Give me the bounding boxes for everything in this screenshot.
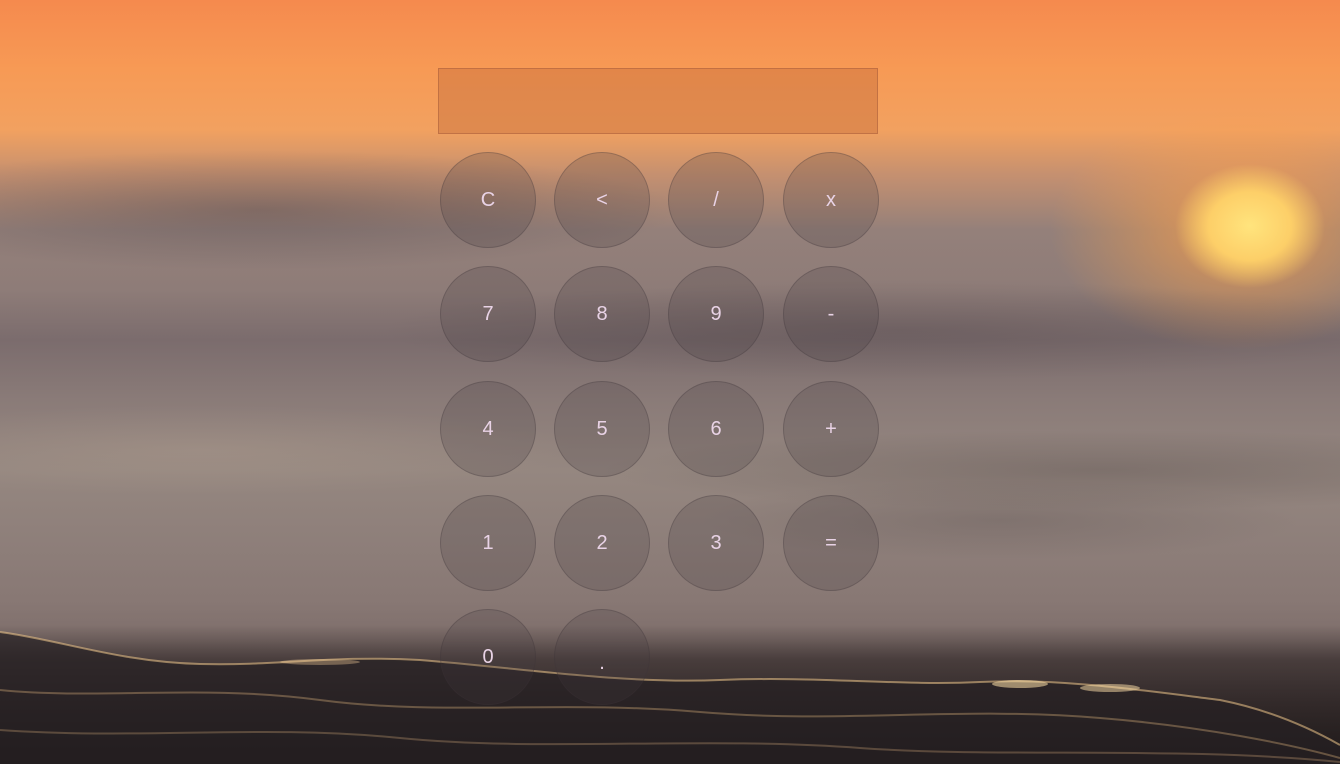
digit-1-button[interactable]: 1 [440, 495, 536, 591]
digit-8-button[interactable]: 8 [554, 266, 650, 362]
key-label: 7 [482, 303, 494, 325]
clear-button[interactable]: C [440, 152, 536, 248]
decimal-button[interactable]: . [554, 609, 650, 705]
key-label: - [827, 303, 835, 325]
backspace-button[interactable]: < [554, 152, 650, 248]
key-label: 6 [710, 418, 722, 440]
key-label: C [480, 189, 496, 211]
key-label: x [826, 189, 836, 211]
key-label: 8 [596, 303, 608, 325]
digit-9-button[interactable]: 9 [668, 266, 764, 362]
multiply-button[interactable]: x [783, 152, 879, 248]
key-label: = [825, 532, 837, 554]
calculator: C < / x 7 8 9 - 4 5 6 + 1 2 3 = 0 . [438, 68, 880, 708]
key-label: + [825, 418, 837, 440]
key-label: 5 [596, 418, 608, 440]
digit-5-button[interactable]: 5 [554, 381, 650, 477]
digit-7-button[interactable]: 7 [440, 266, 536, 362]
digit-2-button[interactable]: 2 [554, 495, 650, 591]
key-label: 0 [482, 646, 494, 668]
key-label: 4 [482, 418, 494, 440]
digit-4-button[interactable]: 4 [440, 381, 536, 477]
key-label: / [713, 189, 719, 211]
divide-button[interactable]: / [668, 152, 764, 248]
key-label: 2 [596, 532, 608, 554]
add-button[interactable]: + [783, 381, 879, 477]
key-label: 3 [710, 532, 722, 554]
key-label: 9 [710, 303, 722, 325]
key-label: < [596, 189, 608, 211]
digit-6-button[interactable]: 6 [668, 381, 764, 477]
digit-3-button[interactable]: 3 [668, 495, 764, 591]
calculator-display [438, 68, 878, 134]
equals-button[interactable]: = [783, 495, 879, 591]
digit-0-button[interactable]: 0 [440, 609, 536, 705]
key-label: . [599, 652, 605, 674]
key-label: 1 [482, 532, 494, 554]
subtract-button[interactable]: - [783, 266, 879, 362]
